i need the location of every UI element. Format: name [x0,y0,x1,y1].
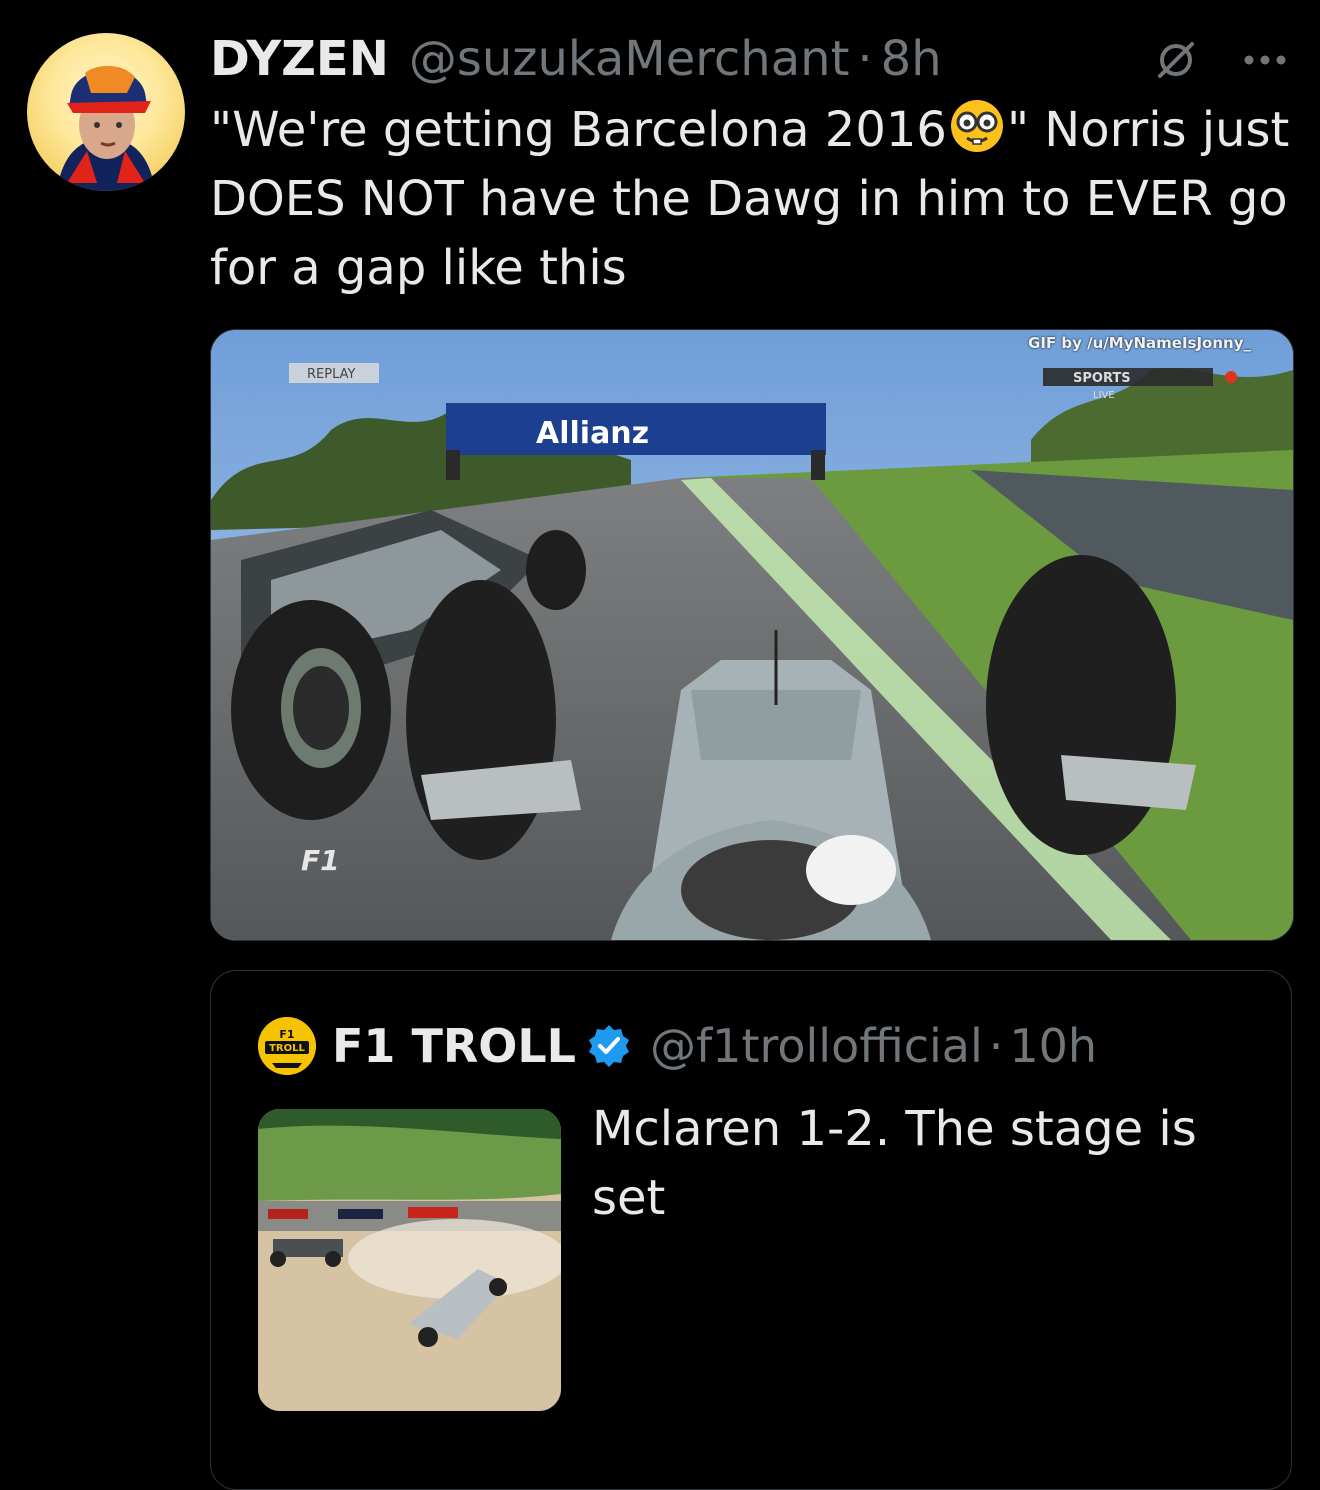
svg-text:F1: F1 [301,844,340,877]
replay-label: REPLAY [307,367,356,382]
more-icon[interactable] [1235,38,1295,82]
quote-header: F1 TROLL F1 TROLL @f1trollofficial · 10h [258,1011,1097,1081]
quote-avatar[interactable]: F1 TROLL [258,1017,316,1075]
broadcaster-label: SPORTS [1073,371,1131,386]
quote-author-name[interactable]: F1 TROLL [332,1019,576,1073]
tweet-header: DYZEN @suzukaMerchant · 8h [210,28,942,90]
author-handle[interactable]: @suzukaMerchant [409,31,850,87]
race-onboard-image: Allianz REPLAY F1 SPORTS LIVE [211,330,1293,940]
quote-media-thumbnail[interactable] [258,1109,561,1411]
broadcaster-live: LIVE [1093,390,1115,401]
separator-dot: · [857,31,873,87]
nerd-face-emoji [950,100,1003,152]
crash-image [258,1109,561,1411]
tweet-media-gif[interactable]: Allianz REPLAY F1 SPORTS LIVE GIF by /u/… [210,329,1294,941]
gif-credit: GIF by /u/MyNameIsJonny_ [1028,334,1251,352]
quote-separator-dot: · [988,1019,1004,1073]
quote-timestamp[interactable]: 10h [1009,1019,1097,1073]
grok-icon[interactable] [1154,38,1198,82]
author-avatar[interactable] [27,33,185,191]
author-name[interactable]: DYZEN [210,31,389,87]
quoted-tweet[interactable]: F1 TROLL F1 TROLL @f1trollofficial · 10h [210,970,1292,1490]
allianz-banner: Allianz [536,416,649,451]
quote-avatar-text-1: F1 [279,1028,294,1041]
quote-author-handle[interactable]: @f1trollofficial [650,1019,983,1073]
quote-text: Mclaren 1-2. The stage is set [592,1101,1197,1226]
quote-avatar-text-2: TROLL [269,1043,305,1054]
tweet-text-part-1: "We're getting Barcelona 2016 [210,102,947,158]
verified-badge-icon [588,1025,629,1067]
timestamp[interactable]: 8h [881,31,942,87]
avatar-image [57,65,155,191]
tweet-text: "We're getting Barcelona 2016 " Norris j… [210,96,1305,303]
